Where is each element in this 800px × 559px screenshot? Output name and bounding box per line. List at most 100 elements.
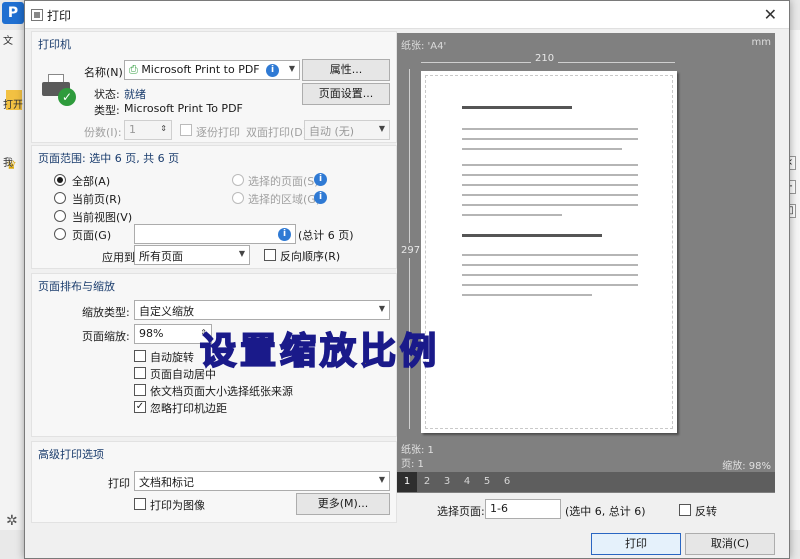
auto-rotate-checkbox[interactable] [134,350,146,362]
printer-window-icon [31,9,43,21]
printer-name-select[interactable]: ⎙ Microsoft Print to PDF i ▼ [124,60,300,80]
printer-section-title: 打印机 [38,38,71,51]
duplex-select[interactable]: 自动 (无) ▼ [304,120,390,140]
printer-name-value: Microsoft Print to PDF [141,63,260,76]
printer-icon: ✓ [42,74,76,106]
more-button[interactable]: 更多(M)... [296,493,390,515]
page-tab-3[interactable]: 3 [437,472,457,492]
paper-size-label: 纸张: 'A4' [401,41,447,52]
chevron-down-icon: ▼ [378,124,385,133]
current-view-label: 当前视图(V) [72,211,133,224]
paper-source-label: 依文档页面大小选择纸张来源 [150,385,293,398]
print-button[interactable]: 打印 [591,533,681,555]
page-thumbnail-strip: 1 2 3 4 5 6 [397,472,775,492]
paper-source-checkbox[interactable] [134,384,146,396]
page-tab-2[interactable]: 2 [417,472,437,492]
all-pages-radio[interactable] [54,174,66,186]
select-pages-info: (选中 6, 总计 6) [565,505,646,518]
chevron-down-icon: ▼ [238,249,245,258]
page-range-group: 页面范围: 选中 6 页, 共 6 页 全部(A) 当前页(R) 当前视图(V)… [31,145,397,269]
selected-area-label: 选择的区域(G) [248,193,321,206]
current-page-radio[interactable] [54,192,66,204]
printer-small-icon: ⎙ [129,63,138,76]
page-tab-1[interactable]: 1 [397,472,417,492]
page-tab-5[interactable]: 5 [477,472,497,492]
info-icon[interactable]: i [266,64,279,77]
copies-input[interactable]: 1 ⇕ [124,120,172,140]
collate-label: 逐份打印 [196,126,240,139]
collate-checkbox[interactable] [180,124,192,136]
stepper-icon[interactable]: ⇕ [160,124,167,133]
type-label: 类型: [94,104,120,117]
print-preview: 纸张: 'A4' mm 210 297 纸张: 1 页: 1 缩放: 98% [397,33,775,493]
selected-area-radio[interactable] [232,192,244,204]
app-logo-icon: P [2,2,24,24]
menu-item-file[interactable]: 文 [3,32,13,47]
print-as-image-checkbox[interactable] [134,498,146,510]
copies-value: 1 [129,123,136,136]
reverse-label: 反转 [695,505,717,518]
reverse-order-checkbox[interactable] [264,249,276,261]
reverse-order-label: 反向顺序(R) [280,250,341,263]
annotation-caption: 设置缩放比例 [199,330,441,373]
horizontal-ruler: 210 [421,53,675,69]
tab-label[interactable]: 我 [3,154,13,169]
all-pages-label: 全部(A) [72,175,111,188]
pages-input[interactable]: i [134,224,296,244]
sheets-label: 纸张: 1 [401,445,434,456]
preview-page [421,71,677,433]
page-tab-4[interactable]: 4 [457,472,477,492]
pages-label: 页面(G) [72,229,112,242]
apply-to-value: 所有页面 [139,250,183,263]
auto-center-checkbox[interactable] [134,367,146,379]
info-icon[interactable]: i [278,228,291,241]
layout-section-title: 页面排布与缩放 [38,280,115,293]
scale-type-select[interactable]: 自定义缩放 ▼ [134,300,390,320]
current-view-radio[interactable] [54,210,66,222]
page-setup-button[interactable]: 页面设置... [302,83,390,105]
print-content-label: 打印 [108,477,130,490]
printer-name-label: 名称(N): [84,66,127,79]
ignore-margins-checkbox[interactable]: ✓ [134,401,146,413]
total-pages-label: (总计 6 页) [298,229,354,242]
duplex-label: 双面打印(D) [246,126,308,139]
cancel-button[interactable]: 取消(C) [685,533,775,555]
preview-header: 纸张: 'A4' mm [397,33,775,53]
print-as-image-label: 打印为图像 [150,499,205,512]
close-icon[interactable]: ✕ [764,5,777,24]
advanced-options-group: 高级打印选项 打印 文档和标记 ▼ 打印为图像 更多(M)... [31,441,397,523]
apply-to-select[interactable]: 所有页面 ▼ [134,245,250,265]
vertical-ruler: 297 [401,69,421,429]
status-label: 状态: [94,88,120,101]
open-label[interactable]: 打开 [3,96,23,111]
page-range-section-title: 页面范围: 选中 6 页, 共 6 页 [38,152,180,165]
select-pages-input[interactable]: 1-6 [485,499,561,519]
chevron-down-icon: ▼ [288,64,295,73]
select-pages-label: 选择页面: [437,505,485,518]
status-value: 就绪 [124,88,146,101]
dialog-title: 打印 [47,9,72,23]
copies-label: 份数(I): [84,126,122,139]
gear-icon[interactable]: ✲ [6,513,18,529]
page-margin-guide [425,75,673,429]
scale-type-value: 自定义缩放 [139,305,194,318]
printer-group: 打印机 ✓ 名称(N): ⎙ Microsoft Print to PDF i … [31,31,397,143]
type-value: Microsoft Print To PDF [124,102,243,115]
reverse-checkbox[interactable] [679,504,691,516]
advanced-section-title: 高级打印选项 [38,448,104,461]
ignore-margins-label: 忽略打印机边距 [150,402,227,415]
unit-label: mm [751,37,771,48]
print-content-select[interactable]: 文档和标记 ▼ [134,471,390,491]
properties-button[interactable]: 属性... [302,59,390,81]
page-scale-label: 页面缩放: [82,330,130,343]
page-scale-value: 98% [139,327,164,340]
page-tab-6[interactable]: 6 [497,472,517,492]
pages-radio[interactable] [54,228,66,240]
ready-check-icon: ✓ [58,88,76,106]
title-bar: 打印 ✕ [25,1,789,29]
info-icon[interactable]: i [314,173,327,186]
info-icon[interactable]: i [314,191,327,204]
selected-pages-radio[interactable] [232,174,244,186]
paper-height-label: 297 [401,243,421,258]
print-dialog: 打印 ✕ 打印机 ✓ 名称(N): ⎙ Microsoft Print to P… [24,0,790,559]
